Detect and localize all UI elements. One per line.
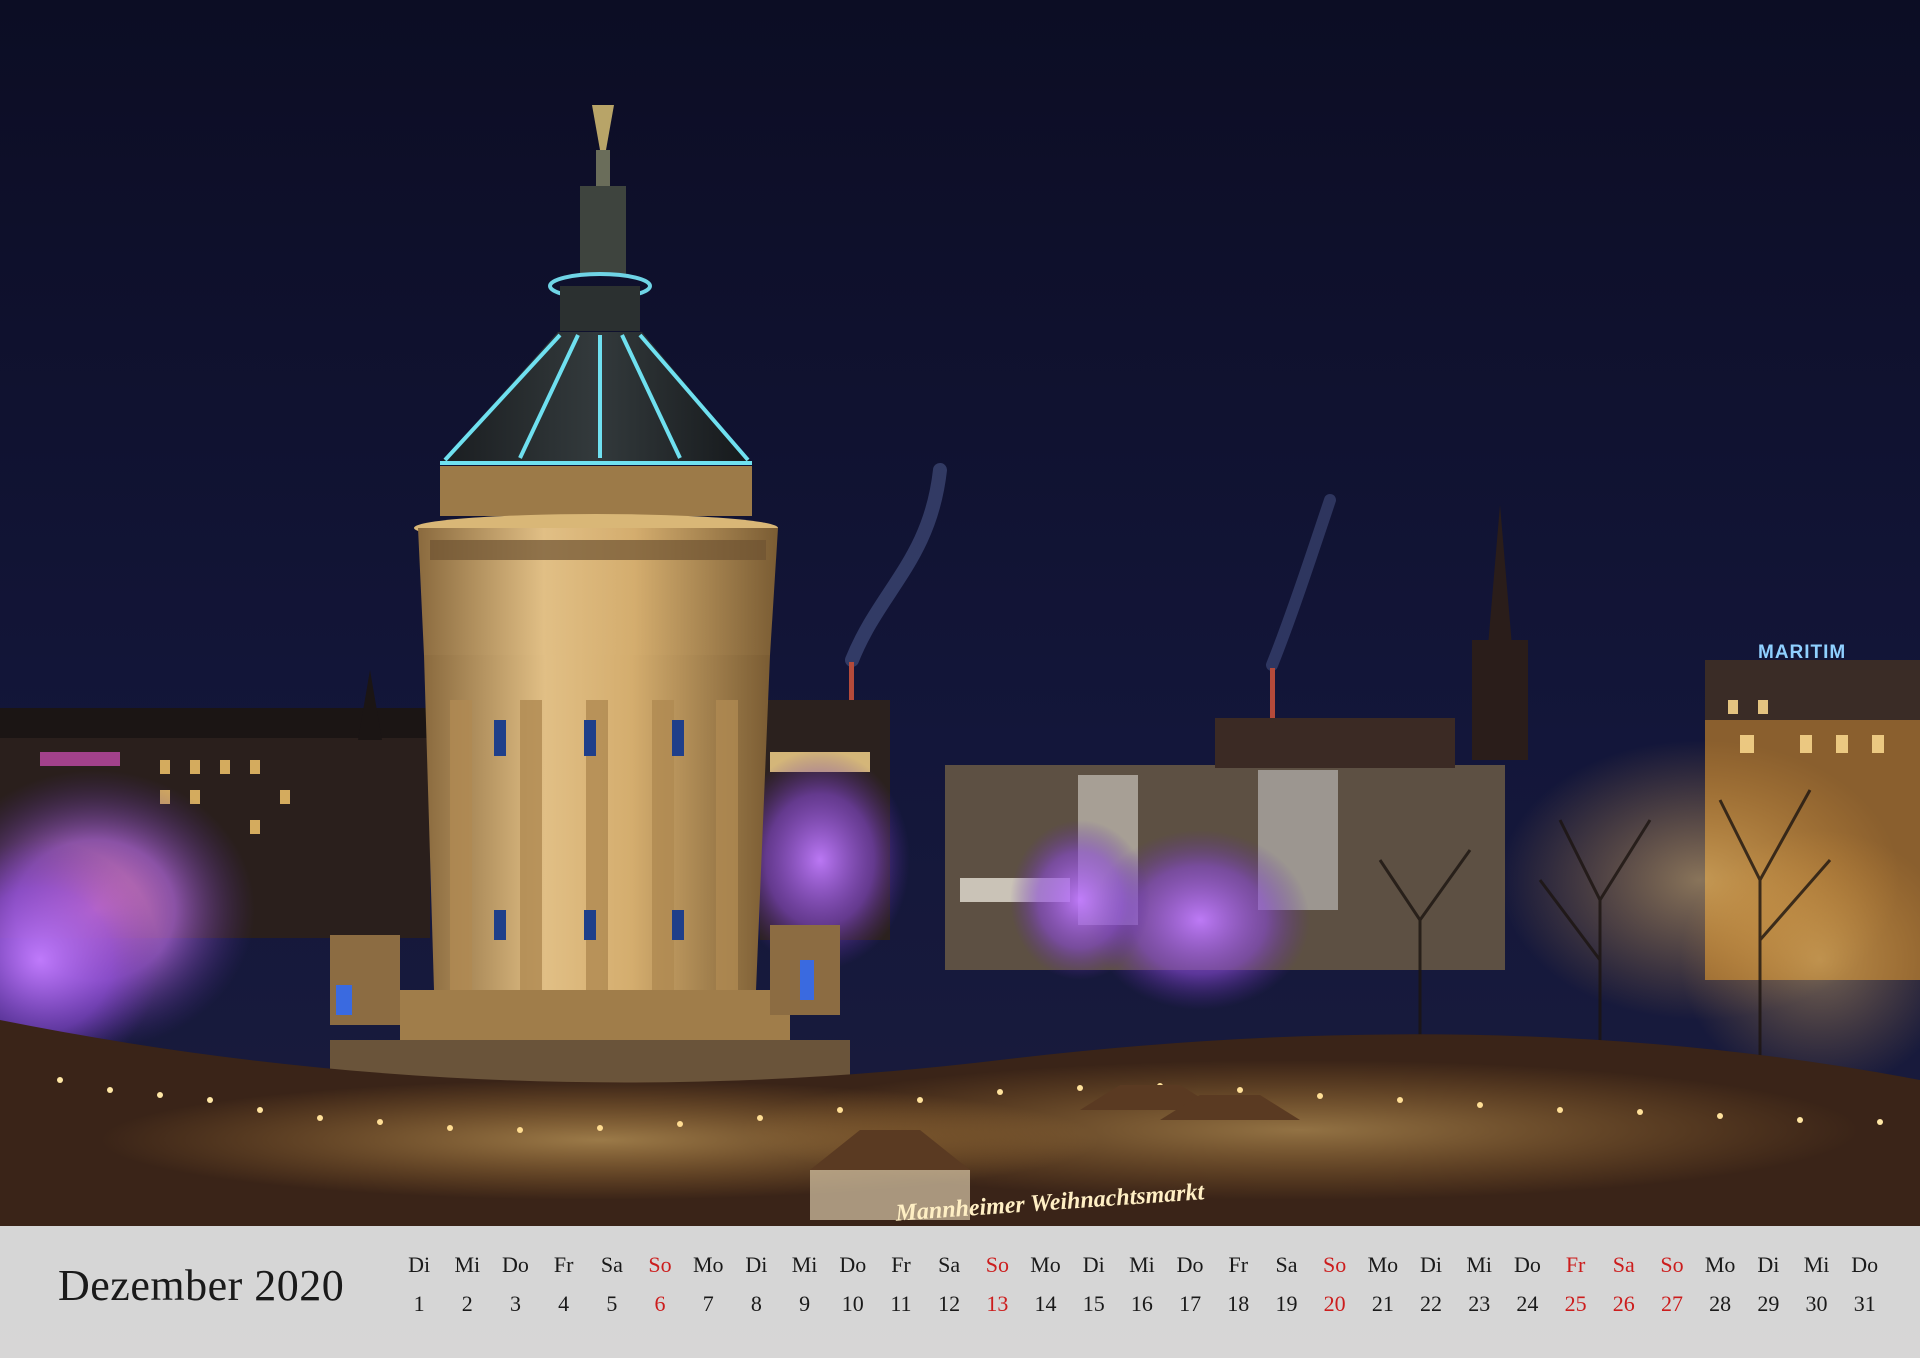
weekday-label: Do [1851, 1252, 1879, 1277]
weekday-label: Do [502, 1252, 529, 1277]
weekday-label: Di [1082, 1252, 1105, 1277]
weekday-label: So [985, 1252, 1009, 1277]
weekday-label: So [1323, 1252, 1347, 1277]
day-column: Do 3 [491, 1248, 539, 1324]
day-column: Mi 9 [781, 1248, 829, 1324]
day-column: Fr 4 [540, 1248, 588, 1324]
weekday-label: Do [1513, 1252, 1541, 1277]
day-column: Fr 11 [877, 1248, 925, 1324]
weekday-label: Mi [454, 1252, 481, 1277]
day-column: Sa 5 [588, 1248, 636, 1324]
day-column: Mo 7 [684, 1248, 732, 1324]
day-column: So 13 [973, 1248, 1021, 1324]
day-column: So 27 [1648, 1248, 1696, 1324]
weekday-label: Mo [692, 1252, 724, 1277]
day-column: Mo 14 [1021, 1248, 1069, 1324]
day-number: 19 [1275, 1291, 1298, 1316]
day-number: 7 [702, 1291, 714, 1316]
day-number: 24 [1516, 1291, 1539, 1316]
day-number: 30 [1805, 1291, 1828, 1316]
weekday-label: Mi [1466, 1252, 1493, 1277]
weekday-label: Sa [1612, 1252, 1635, 1277]
weekday-label: Do [1176, 1252, 1204, 1277]
weekday-label: So [648, 1252, 672, 1277]
day-column: Do 31 [1841, 1248, 1889, 1324]
day-number: 6 [654, 1291, 666, 1316]
day-number: 13 [986, 1291, 1009, 1316]
day-number: 21 [1371, 1291, 1394, 1316]
day-number: 18 [1227, 1291, 1250, 1316]
day-number: 31 [1853, 1291, 1876, 1316]
weekday-label: Mo [1367, 1252, 1399, 1277]
day-column: Sa 19 [1262, 1248, 1310, 1324]
weekday-label: Mi [1129, 1252, 1155, 1277]
weekday-label: Di [1420, 1252, 1443, 1277]
day-column: Mi 16 [1118, 1248, 1166, 1324]
weekday-label: Di [1757, 1252, 1780, 1277]
day-column: Do 17 [1166, 1248, 1214, 1324]
day-column: Mi 30 [1792, 1248, 1840, 1324]
day-number: 22 [1420, 1291, 1443, 1316]
weekday-label: Di [408, 1252, 431, 1277]
day-column: So 6 [636, 1248, 684, 1324]
day-column: Sa 26 [1600, 1248, 1648, 1324]
day-column: Mo 28 [1696, 1248, 1744, 1324]
day-column: Di 22 [1407, 1248, 1455, 1324]
day-column: Fr 25 [1552, 1248, 1600, 1324]
day-column: Mi 2 [443, 1248, 491, 1324]
weekday-label: Sa [600, 1252, 623, 1277]
day-number: 12 [938, 1291, 961, 1316]
day-column: Di 1 [395, 1248, 443, 1324]
day-number: 29 [1757, 1291, 1780, 1316]
day-number: 1 [413, 1291, 425, 1316]
day-column: Do 24 [1503, 1248, 1551, 1324]
day-column: Sa 12 [925, 1248, 973, 1324]
weekday-label: Fr [1565, 1252, 1586, 1277]
photo-water-tower-christmas-market: MARITIM Mannheimer Weihnachtsmarkt [0, 0, 1920, 1358]
hotel-sign: MARITIM [1758, 642, 1846, 663]
weekday-label: Mi [1803, 1252, 1830, 1277]
day-number: 25 [1564, 1291, 1587, 1316]
day-column: Mi 23 [1455, 1248, 1503, 1324]
weekday-label: Fr [1228, 1252, 1249, 1277]
day-row: Di 1 Mi 2 Do 3 Fr 4 Sa 5 So 6 Mo 7 Di 8 Mi 9 Do 10 Fr 11 Sa 12 S… [395, 1248, 1889, 1324]
day-column: Fr 18 [1214, 1248, 1262, 1324]
weekday-label: Mo [1704, 1252, 1736, 1277]
day-number: 27 [1660, 1291, 1683, 1316]
weekday-label: So [1660, 1252, 1684, 1277]
day-number: 8 [750, 1291, 762, 1316]
weekday-label: Mi [791, 1252, 818, 1277]
day-number: 28 [1709, 1291, 1732, 1316]
day-number: 23 [1468, 1291, 1491, 1316]
day-column: Di 15 [1070, 1248, 1118, 1324]
weekday-label: Mo [1030, 1252, 1061, 1277]
day-column: Mo 21 [1359, 1248, 1407, 1324]
day-number: 2 [461, 1291, 473, 1316]
day-number: 10 [841, 1291, 864, 1316]
weekday-label: Sa [1275, 1252, 1298, 1277]
day-number: 11 [890, 1291, 912, 1316]
day-number: 4 [558, 1291, 570, 1316]
weekday-label: Sa [938, 1252, 961, 1277]
day-number: 20 [1323, 1291, 1346, 1316]
day-column: Do 10 [829, 1248, 877, 1324]
month-title: Dezember 2020 [58, 1261, 345, 1310]
day-number: 5 [606, 1291, 618, 1316]
weekday-label: Di [745, 1252, 768, 1277]
day-column: So 20 [1311, 1248, 1359, 1324]
day-column: Di 8 [732, 1248, 780, 1324]
weekday-label: Do [839, 1252, 867, 1277]
day-number: 14 [1034, 1291, 1057, 1316]
day-column: Di 29 [1744, 1248, 1792, 1324]
day-number: 17 [1179, 1291, 1202, 1316]
weekday-label: Fr [553, 1252, 574, 1277]
day-number: 9 [799, 1291, 811, 1316]
day-number: 16 [1130, 1291, 1153, 1316]
weekday-label: Fr [891, 1252, 911, 1277]
day-number: 3 [509, 1291, 521, 1316]
day-number: 15 [1082, 1291, 1105, 1316]
day-number: 26 [1612, 1291, 1635, 1316]
